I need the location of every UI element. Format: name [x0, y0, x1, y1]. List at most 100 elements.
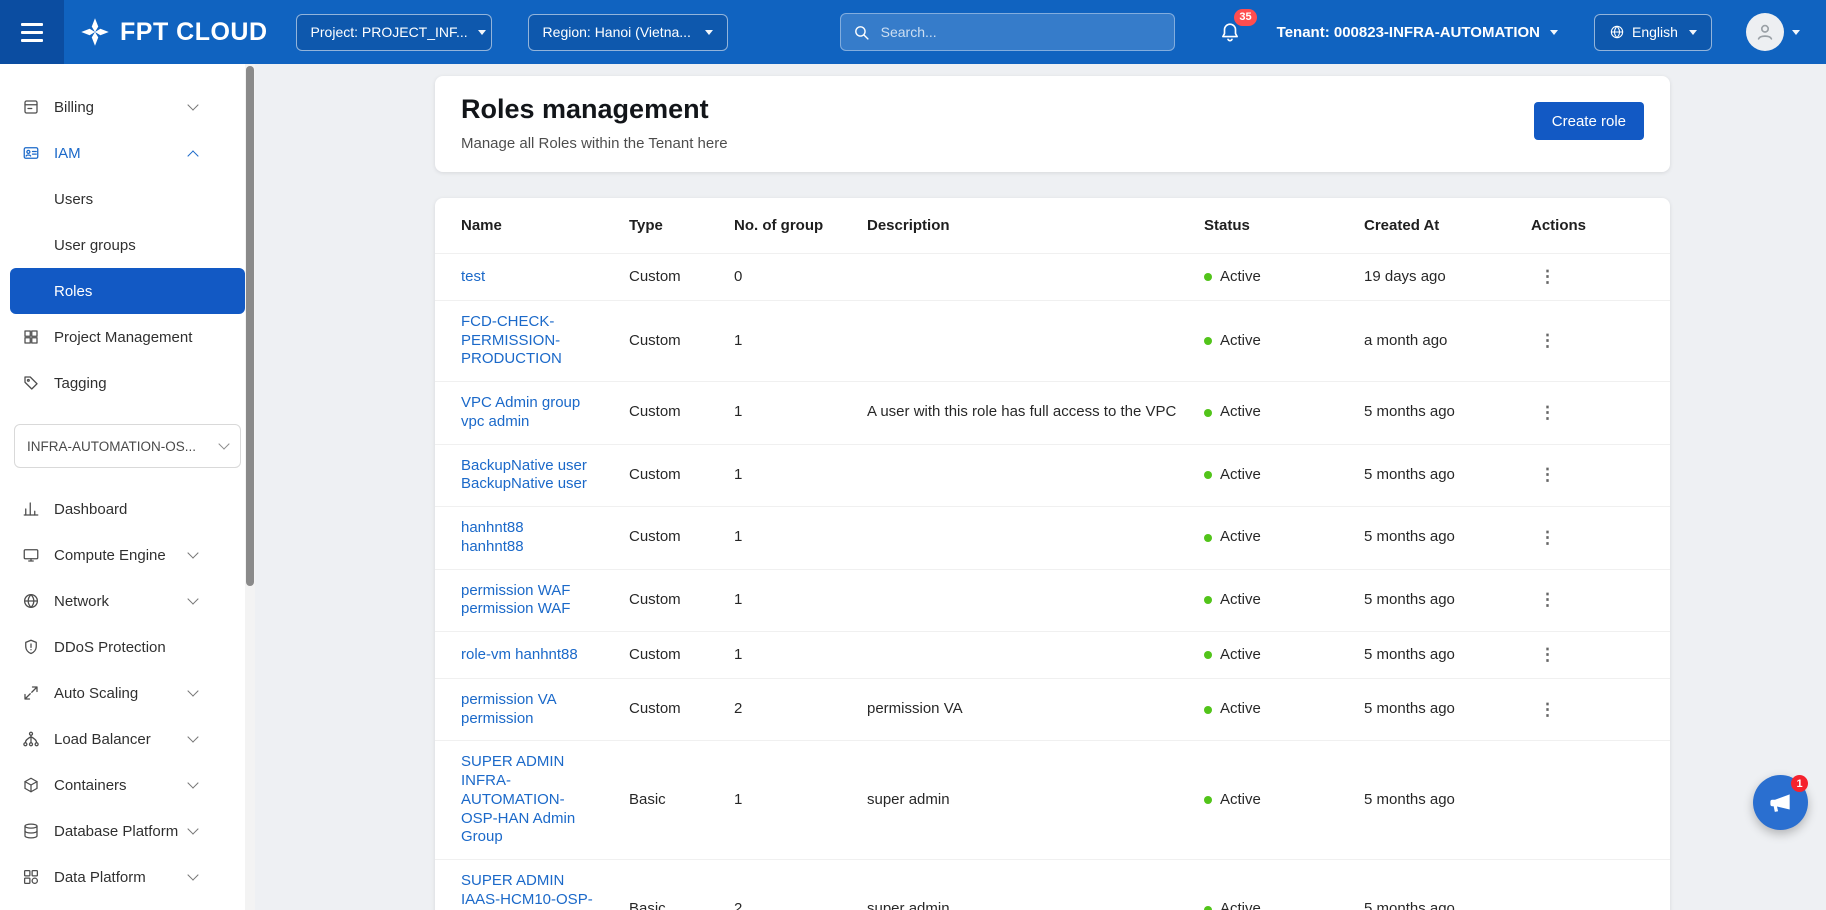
- announcements-fab[interactable]: 1: [1753, 775, 1808, 830]
- role-name-link[interactable]: test: [461, 268, 595, 287]
- sidebar-item-containers[interactable]: Containers: [0, 762, 255, 808]
- chevron-down-icon: [1792, 30, 1800, 35]
- page-subtitle: Manage all Roles within the Tenant here: [461, 135, 728, 152]
- sidebar-item-load-balancer[interactable]: Load Balancer: [0, 716, 255, 762]
- sidebar-nav-top: Billing IAM Users User groups: [0, 84, 255, 406]
- role-description: permission VA: [867, 688, 1204, 731]
- vpc-selector[interactable]: INFRA-AUTOMATION-OS...: [14, 424, 241, 468]
- language-selector[interactable]: English: [1594, 14, 1712, 51]
- sidebar-item-dashboard[interactable]: Dashboard: [0, 486, 255, 532]
- sidebar-item-user-groups[interactable]: User groups: [0, 222, 255, 268]
- chevron-down-icon: [1689, 30, 1697, 35]
- role-subname-link[interactable]: vpc admin: [461, 413, 595, 432]
- sidebar-item-billing[interactable]: Billing: [0, 84, 255, 130]
- auto-scaling-icon: [22, 684, 40, 702]
- sidebar-item-label: Database Platform: [54, 823, 189, 840]
- sidebar-scrollbar-thumb[interactable]: [246, 66, 254, 586]
- role-name-link[interactable]: SUPER ADMIN IAAS-HCM10-OSP-TEST-01 Admin…: [461, 872, 595, 910]
- role-subname-link[interactable]: permission WAF: [461, 600, 595, 619]
- role-name-link[interactable]: role-vm hanhnt88: [461, 646, 595, 665]
- role-name-link[interactable]: SUPER ADMIN INFRA-AUTOMATION-OSP-HAN Adm…: [461, 753, 595, 847]
- role-subname-link[interactable]: BackupNative user: [461, 475, 595, 494]
- tenant-selector[interactable]: Tenant: 000823-INFRA-AUTOMATION: [1271, 23, 1564, 42]
- search-box: [840, 13, 1175, 51]
- sidebar-item-label: Network: [54, 593, 189, 610]
- status-dot-icon: [1204, 471, 1212, 479]
- row-actions-button[interactable]: [1531, 266, 1564, 287]
- role-name-link[interactable]: permission WAF: [461, 582, 595, 601]
- table-row: SUPER ADMIN IAAS-HCM10-OSP-TEST-01 Admin…: [435, 860, 1670, 910]
- vpc-selector-label: INFRA-AUTOMATION-OS...: [27, 439, 196, 454]
- dashboard-icon: [22, 500, 40, 518]
- sidebar-item-label: Tagging: [54, 375, 197, 392]
- tag-icon: [22, 374, 40, 392]
- avatar: [1746, 13, 1784, 51]
- containers-icon: [22, 776, 40, 794]
- brand-logo[interactable]: FPT CLOUD: [80, 17, 268, 47]
- table-header-row: Name Type No. of group Description Statu…: [435, 198, 1670, 254]
- sidebar-item-label: Dashboard: [54, 501, 197, 518]
- row-actions-button[interactable]: [1531, 402, 1564, 423]
- sidebar-item-compute-engine[interactable]: Compute Engine: [0, 532, 255, 578]
- sidebar-item-roles[interactable]: Roles: [10, 268, 245, 314]
- database-platform-icon: [22, 822, 40, 840]
- role-subname-link[interactable]: hanhnt88: [461, 538, 595, 557]
- row-actions-button[interactable]: [1531, 644, 1564, 665]
- role-created-at: 5 months ago: [1364, 391, 1531, 434]
- chevron-down-icon: [1550, 30, 1558, 35]
- sidebar-item-iam[interactable]: IAM: [0, 130, 255, 176]
- role-name-link[interactable]: BackupNative user: [461, 457, 595, 476]
- sidebar-item-database-platform[interactable]: Database Platform: [0, 808, 255, 854]
- role-created-at: 5 months ago: [1364, 579, 1531, 622]
- sidebar-item-network[interactable]: Network: [0, 578, 255, 624]
- create-role-button[interactable]: Create role: [1534, 102, 1644, 140]
- role-name-link[interactable]: permission VA: [461, 691, 595, 710]
- role-created-at: a month ago: [1364, 320, 1531, 363]
- status-dot-icon: [1204, 596, 1212, 604]
- column-header: Status: [1204, 198, 1364, 253]
- role-subname-link[interactable]: permission: [461, 710, 595, 729]
- row-actions-button[interactable]: [1531, 699, 1564, 720]
- status-label: Active: [1220, 332, 1261, 351]
- region-selector[interactable]: Region: Hanoi (Vietna...: [528, 14, 728, 51]
- status-label: Active: [1220, 268, 1261, 287]
- sidebar-item-tagging[interactable]: Tagging: [0, 360, 255, 406]
- sidebar-item-label: IAM: [54, 145, 189, 162]
- role-name-link[interactable]: hanhnt88: [461, 519, 595, 538]
- status-label: Active: [1220, 591, 1261, 610]
- row-actions-button[interactable]: [1531, 330, 1564, 351]
- menu-button[interactable]: [0, 0, 64, 64]
- chevron-icon: [187, 99, 198, 110]
- project-management-icon: [22, 328, 40, 346]
- chevron-icon: [187, 547, 198, 558]
- sidebar-item-ddos-protection[interactable]: DDoS Protection: [0, 624, 255, 670]
- ddos-protection-icon: [22, 638, 40, 656]
- role-description: [867, 265, 1204, 289]
- role-group-count: 1: [734, 634, 867, 677]
- search-input[interactable]: [879, 23, 1162, 41]
- row-actions-button[interactable]: [1531, 527, 1564, 548]
- sidebar-item-label: Load Balancer: [54, 731, 189, 748]
- sidebar-item-users[interactable]: Users: [0, 176, 255, 222]
- sidebar-item-project-management[interactable]: Project Management: [0, 314, 255, 360]
- sidebar-item-label: Roles: [54, 283, 187, 300]
- role-description: [867, 526, 1204, 550]
- fpt-logo-icon: [80, 17, 110, 47]
- role-group-count: 1: [734, 391, 867, 434]
- billing-icon: [22, 98, 40, 116]
- role-created-at: 5 months ago: [1364, 634, 1531, 677]
- notifications-button[interactable]: 35: [1215, 17, 1245, 47]
- project-selector[interactable]: Project: PROJECT_INF...: [296, 14, 492, 51]
- role-name-link[interactable]: VPC Admin group: [461, 394, 595, 413]
- status-dot-icon: [1204, 534, 1212, 542]
- row-actions-button[interactable]: [1531, 464, 1564, 485]
- sidebar-scrollbar[interactable]: [245, 64, 255, 910]
- sidebar-item-auto-scaling[interactable]: Auto Scaling: [0, 670, 255, 716]
- sidebar-item-data-platform[interactable]: Data Platform: [0, 854, 255, 900]
- sidebar-item-label: Compute Engine: [54, 547, 189, 564]
- row-actions-button[interactable]: [1531, 589, 1564, 610]
- chevron-icon: [187, 685, 198, 696]
- user-avatar[interactable]: [1740, 12, 1806, 52]
- status-dot-icon: [1204, 706, 1212, 714]
- role-name-link[interactable]: FCD-CHECK-PERMISSION-PRODUCTION: [461, 313, 595, 369]
